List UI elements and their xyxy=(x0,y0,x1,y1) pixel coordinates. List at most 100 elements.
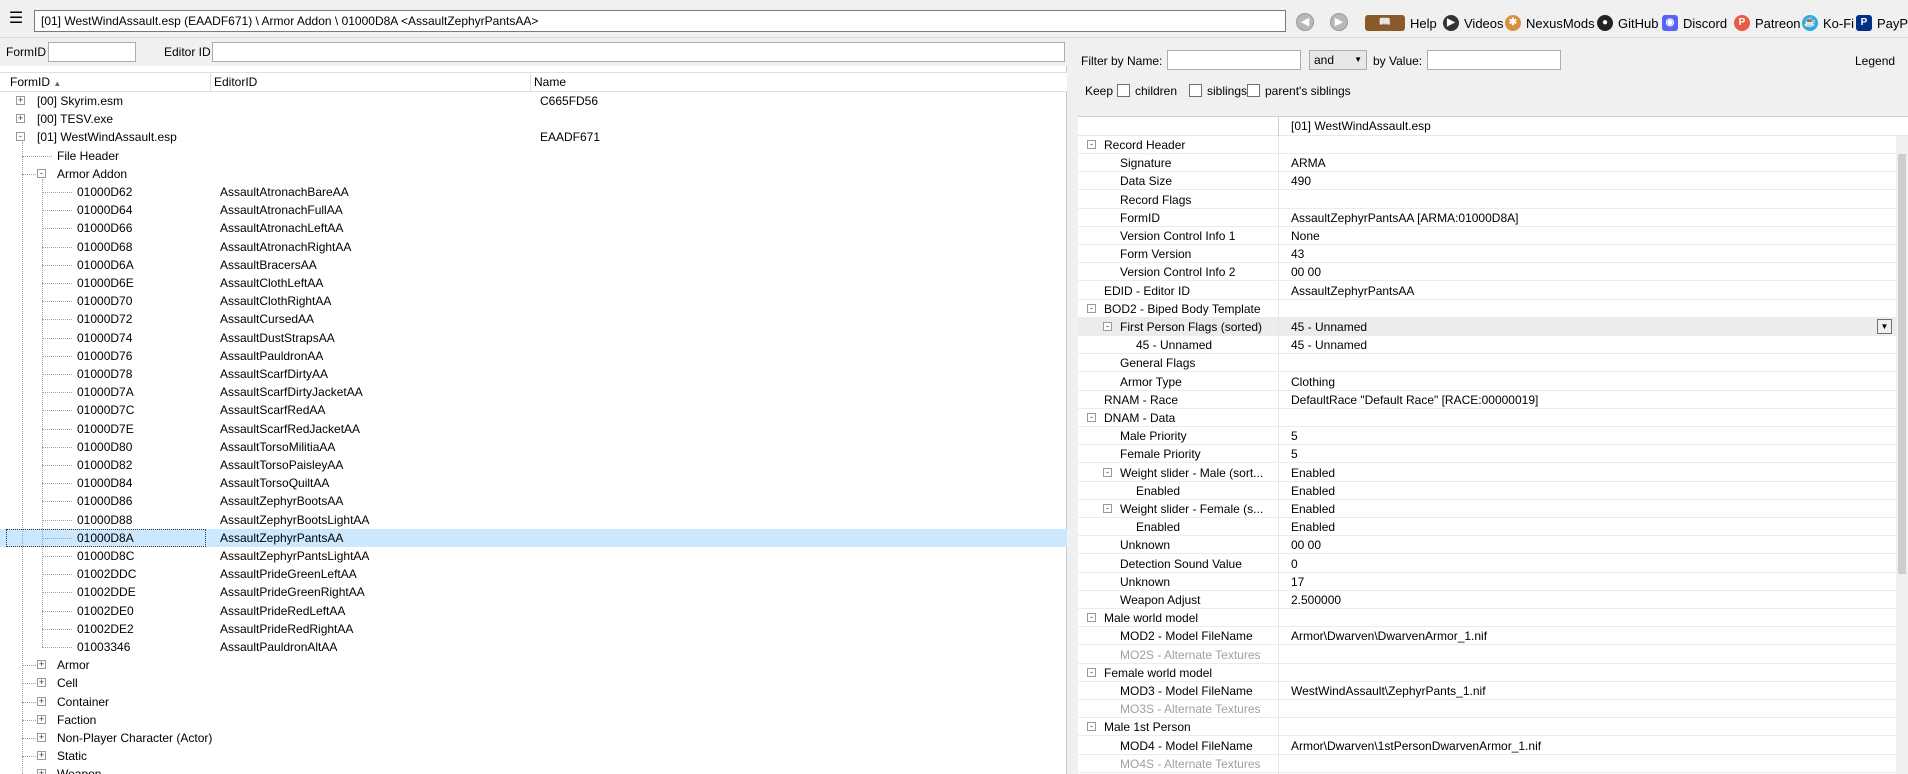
field-value[interactable]: Enabled xyxy=(1291,502,1335,516)
table-row[interactable]: 01000D76 AssaultPauldronAA xyxy=(0,347,1067,365)
record-field-row[interactable]: Detection Sound Value 0 xyxy=(1078,554,1896,573)
table-row[interactable]: 01000D68 AssaultAtronachRightAA xyxy=(0,238,1067,256)
record-field-row[interactable]: Enabled Enabled xyxy=(1078,481,1896,500)
table-row[interactable]: 01000D64 AssaultAtronachFullAA xyxy=(0,201,1067,219)
record-field-row[interactable]: - First Person Flags (sorted) 45 - Unnamed… xyxy=(1078,318,1896,336)
field-value[interactable]: None xyxy=(1291,229,1320,243)
expand-icon[interactable]: + xyxy=(37,751,46,761)
record-field-row[interactable]: Armor Type Clothing xyxy=(1078,372,1896,391)
collapse-icon[interactable]: - xyxy=(1087,722,1096,732)
table-row[interactable]: 01002DE2 AssaultPrideRedRightAA xyxy=(0,620,1067,638)
record-field-row[interactable]: Record Flags xyxy=(1078,190,1896,209)
collapse-icon[interactable]: - xyxy=(1103,322,1112,331)
expand-icon[interactable]: + xyxy=(16,96,25,105)
field-value[interactable]: 43 xyxy=(1291,247,1304,261)
field-value[interactable]: Armor\Dwarven\1stPersonDwarvenArmor_1.ni… xyxy=(1291,739,1541,753)
expand-icon[interactable]: + xyxy=(37,714,46,724)
tree-node-file-header[interactable]: File Header xyxy=(0,147,1067,165)
collapse-icon[interactable]: - xyxy=(1087,613,1096,623)
expand-icon[interactable]: + xyxy=(37,678,46,688)
record-field-row[interactable]: Enabled Enabled xyxy=(1078,518,1896,537)
record-field-row[interactable]: Male Priority 5 xyxy=(1078,427,1896,446)
field-value[interactable]: Clothing xyxy=(1291,375,1335,389)
collapse-icon[interactable]: - xyxy=(1087,413,1096,422)
field-value[interactable]: 5 xyxy=(1291,429,1298,443)
table-row[interactable]: 01000D80 AssaultTorsoMilitiaAA xyxy=(0,438,1067,456)
tree-node-armor-addon[interactable]: - Armor Addon xyxy=(0,165,1067,183)
field-value[interactable]: ARMA xyxy=(1291,156,1326,170)
record-field-row[interactable]: - Male 1st Person xyxy=(1078,718,1896,737)
github-link[interactable]: ● GitHub xyxy=(1597,14,1658,32)
field-value[interactable]: Enabled xyxy=(1291,520,1335,534)
table-row[interactable]: 01000D86 AssaultZephyrBootsAA xyxy=(0,492,1067,510)
forward-icon[interactable]: ▶ xyxy=(1330,13,1348,31)
record-field-row[interactable]: RNAM - Race DefaultRace "Default Race" [R… xyxy=(1078,390,1896,409)
scrollbar-thumb[interactable] xyxy=(1898,154,1906,574)
table-row[interactable]: 01000D8C AssaultZephyrPantsLightAA xyxy=(0,547,1067,565)
filter-operator-select[interactable]: and ▼ xyxy=(1309,50,1367,70)
formid-search-input[interactable] xyxy=(48,42,136,62)
table-row[interactable]: 01000D6E AssaultClothLeftAA xyxy=(0,274,1067,292)
filter-value-input[interactable] xyxy=(1427,50,1561,70)
field-value[interactable]: Armor\Dwarven\DwarvenArmor_1.nif xyxy=(1291,629,1487,643)
record-field-row[interactable]: Version Control Info 1 None xyxy=(1078,227,1896,245)
table-row[interactable]: 01000D70 AssaultClothRightAA xyxy=(0,292,1067,310)
tree-node-group[interactable]: + Non-Player Character (Actor) xyxy=(0,729,1067,747)
record-field-row[interactable]: MOD2 - Model FileName Armor\Dwarven\Dwarv… xyxy=(1078,627,1896,646)
tree-node-group[interactable]: + Cell xyxy=(0,674,1067,692)
field-value[interactable]: 00 00 xyxy=(1291,538,1321,552)
tree-node-group[interactable]: + Faction xyxy=(0,711,1067,729)
table-row[interactable]: 01000D7A AssaultScarfDirtyJacketAA xyxy=(0,383,1067,401)
hamburger-icon[interactable]: ☰ xyxy=(8,11,24,27)
editorid-search-input[interactable] xyxy=(212,42,1065,62)
table-row[interactable]: 01000D78 AssaultScarfDirtyAA xyxy=(0,365,1067,383)
discord-link[interactable]: ◉ Discord xyxy=(1662,14,1727,32)
filter-name-input[interactable] xyxy=(1167,50,1301,70)
table-row[interactable]: 01003346 AssaultPauldronAltAA xyxy=(0,638,1067,656)
chevron-down-icon[interactable]: ▼ xyxy=(1877,319,1892,334)
record-field-row[interactable]: MOD3 - Model FileName WestWindAssault\Zep… xyxy=(1078,682,1896,700)
table-row[interactable]: 01000D82 AssaultTorsoPaisleyAA xyxy=(0,456,1067,474)
record-field-row[interactable]: General Flags xyxy=(1078,354,1896,373)
expand-icon[interactable]: + xyxy=(37,660,46,670)
tree-node-plugin[interactable]: + [00] Skyrim.esm C665FD56 xyxy=(0,92,1067,110)
expand-icon[interactable]: + xyxy=(37,733,46,742)
record-field-row[interactable]: EDID - Editor ID AssaultZephyrPantsAA xyxy=(1078,281,1896,300)
record-field-row[interactable]: - Weight slider - Male (sort... Enabled xyxy=(1078,463,1896,482)
field-value[interactable]: AssaultZephyrPantsAA [ARMA:01000D8A] xyxy=(1291,211,1518,225)
table-row[interactable]: 01000D84 AssaultTorsoQuiltAA xyxy=(0,474,1067,492)
record-field-row[interactable]: MO4S - Alternate Textures xyxy=(1078,754,1896,773)
record-field-row[interactable]: - Male world model xyxy=(1078,609,1896,628)
table-row[interactable]: 01000D62 AssaultAtronachBareAA xyxy=(0,183,1067,201)
record-field-row[interactable]: Signature ARMA xyxy=(1078,154,1896,173)
tree-node-group[interactable]: + Static xyxy=(0,747,1067,765)
record-field-row[interactable]: Unknown 00 00 xyxy=(1078,536,1896,555)
table-row[interactable]: 01000D8A AssaultZephyrPantsAA xyxy=(0,528,1067,547)
column-formid[interactable]: FormID ▲ xyxy=(10,75,61,89)
patreon-link[interactable]: P Patreon xyxy=(1734,14,1801,32)
table-row[interactable]: 01002DDE AssaultPrideGreenRightAA xyxy=(0,583,1067,601)
field-value[interactable]: DefaultRace "Default Race" [RACE:0000001… xyxy=(1291,393,1538,407)
field-value[interactable]: Enabled xyxy=(1291,466,1335,480)
collapse-icon[interactable]: - xyxy=(1087,303,1096,313)
record-field-row[interactable]: - Weight slider - Female (s... Enabled xyxy=(1078,500,1896,518)
field-value[interactable]: 490 xyxy=(1291,174,1311,188)
legend-button[interactable]: Legend xyxy=(1855,54,1895,68)
column-plugin[interactable]: [01] WestWindAssault.esp xyxy=(1291,119,1431,133)
field-value[interactable]: 0 xyxy=(1291,557,1298,571)
record-field-row[interactable]: Unknown 17 xyxy=(1078,572,1896,591)
record-field-row[interactable]: MO2S - Alternate Textures xyxy=(1078,645,1896,664)
record-field-row[interactable]: - DNAM - Data xyxy=(1078,409,1896,427)
record-field-row[interactable]: 45 - Unnamed 45 - Unnamed xyxy=(1078,336,1896,355)
expand-icon[interactable]: + xyxy=(16,114,25,124)
field-value[interactable]: 45 - Unnamed xyxy=(1291,338,1367,352)
help-link[interactable]: 📖 Help xyxy=(1365,14,1437,32)
field-value[interactable]: 00 00 xyxy=(1291,265,1321,279)
table-row[interactable]: 01000D66 AssaultAtronachLeftAA xyxy=(0,219,1067,237)
videos-link[interactable]: ▶ Videos xyxy=(1443,14,1504,32)
field-value[interactable]: 17 xyxy=(1291,575,1304,589)
record-field-row[interactable]: MO3S - Alternate Textures xyxy=(1078,700,1896,719)
tree-node-group[interactable]: + Container xyxy=(0,693,1067,711)
tree-node-group[interactable]: + Weapon xyxy=(0,765,1067,774)
record-field-row[interactable]: Weapon Adjust 2.500000 xyxy=(1078,591,1896,609)
